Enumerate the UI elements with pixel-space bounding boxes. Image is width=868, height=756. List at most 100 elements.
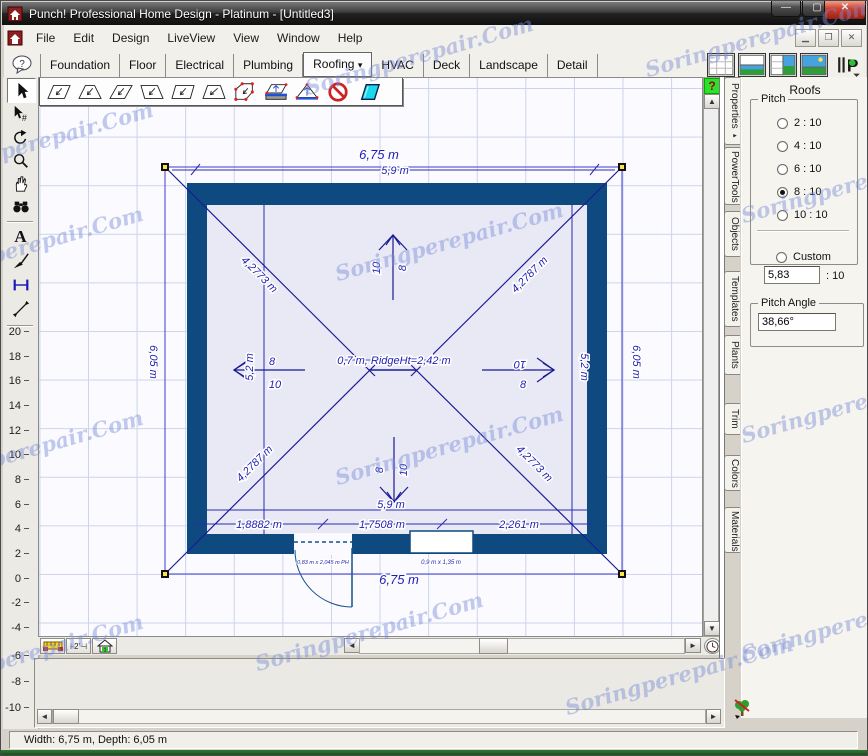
drawing-canvas[interactable]: 6,75 m 5,9 m 6,05 m 6,05 m 5,2 m 5,2 m 4… xyxy=(38,77,703,637)
menu-view[interactable]: View xyxy=(224,28,268,48)
side-tab-powertools[interactable]: PowerTools xyxy=(724,147,740,205)
menu-liveview[interactable]: LiveView xyxy=(158,28,224,48)
hscroll-track[interactable] xyxy=(359,638,685,654)
custom-roof-polygon-tool[interactable] xyxy=(229,80,260,104)
side-tab-colors[interactable]: Colors xyxy=(724,455,740,491)
radio-icon[interactable] xyxy=(776,251,787,263)
lower-hscroll-thumb[interactable] xyxy=(53,709,79,724)
pan-tool-button[interactable] xyxy=(7,172,34,195)
pitch-option-6-10[interactable]: 6 : 10 xyxy=(777,163,822,175)
lower-hscroll-left-button[interactable]: ◄ xyxy=(37,709,52,724)
pitch-angle-input[interactable] xyxy=(758,313,836,331)
help-bubble-icon[interactable]: ? xyxy=(12,55,34,75)
side-tab-plants[interactable]: Plants xyxy=(724,335,740,375)
pitch-option-custom[interactable]: Custom xyxy=(776,251,831,263)
pitch-option-4-10[interactable]: 4 : 10 xyxy=(777,140,822,152)
gable-roof-tool[interactable] xyxy=(291,80,322,104)
custom-pitch-input[interactable] xyxy=(764,266,820,284)
raise-roof-tool[interactable] xyxy=(260,80,291,104)
lower-hscroll-track[interactable] xyxy=(52,709,706,724)
radio-icon-selected[interactable] xyxy=(777,186,788,198)
window-object[interactable] xyxy=(409,530,474,554)
find-tool-button[interactable] xyxy=(7,195,34,218)
tab-hvac[interactable]: HVAC xyxy=(372,54,424,77)
zoom-tool-button[interactable] xyxy=(7,149,34,172)
ruler-label: -4 xyxy=(3,622,29,634)
minimize-button[interactable]: — xyxy=(771,1,801,17)
menu-file[interactable]: File xyxy=(27,28,64,48)
dimension-preset-icon[interactable]: ⊦ 2' ⊣ xyxy=(66,638,91,654)
hscroll-right-button[interactable]: ► xyxy=(685,638,701,653)
tab-landscape[interactable]: Landscape xyxy=(470,54,548,77)
tab-roofing[interactable]: Roofing ▾ xyxy=(303,52,373,77)
canvas-vscrollbar[interactable]: ? ▲ ▼ xyxy=(703,77,720,637)
split-vertical-view-button[interactable] xyxy=(769,53,797,77)
tab-plumbing[interactable]: Plumbing xyxy=(234,54,304,77)
side-tab-properties[interactable]: Properties ▸ xyxy=(724,77,740,145)
roof-plane-tool-4[interactable] xyxy=(136,80,167,104)
split-horizontal-view-button[interactable] xyxy=(738,53,766,77)
side-tab-objects[interactable]: Objects xyxy=(724,211,740,257)
pointer-style-tool-button[interactable] xyxy=(7,249,34,272)
tab-electrical[interactable]: Electrical xyxy=(166,54,235,77)
lower-panel: ◄ ► xyxy=(34,658,725,728)
menu-edit[interactable]: Edit xyxy=(64,28,103,48)
pitch-option-10-10[interactable]: 10 : 10 xyxy=(777,209,828,221)
mdi-minimize-button[interactable]: ▁ xyxy=(795,28,816,47)
ruler-label: 0 xyxy=(3,573,29,585)
menu-design[interactable]: Design xyxy=(103,28,158,48)
tab-floor[interactable]: Floor xyxy=(120,54,167,77)
mdi-close-button[interactable]: ✕ xyxy=(841,28,862,47)
select-tool-button[interactable] xyxy=(7,78,36,103)
side-tab-trim[interactable]: Trim xyxy=(724,403,740,435)
no-roof-tool[interactable] xyxy=(322,80,353,104)
roof-plane-tool-3[interactable] xyxy=(105,80,136,104)
dimension-tool-button[interactable] xyxy=(7,273,34,296)
roofs-panel: Roofs Pitch 2 : 10 4 : 10 6 : 10 8 : 10 … xyxy=(741,77,867,718)
magnifier-icon xyxy=(13,153,28,168)
plan-view-button[interactable] xyxy=(707,53,735,77)
tab-detail[interactable]: Detail xyxy=(548,54,598,77)
text-tool-button[interactable]: A xyxy=(7,225,34,248)
roofing-dropdown-icon[interactable]: ▾ xyxy=(358,60,363,70)
roof-plane-tool-6[interactable] xyxy=(198,80,229,104)
roof-plane-tool-5[interactable] xyxy=(167,80,198,104)
skylight-tool[interactable] xyxy=(353,80,384,104)
context-help-button[interactable]: ? xyxy=(704,78,720,94)
3d-view-button[interactable] xyxy=(800,53,828,77)
roof-plane-tool-2[interactable] xyxy=(74,80,105,104)
menu-window[interactable]: Window xyxy=(268,28,329,48)
scroll-up-button[interactable]: ▲ xyxy=(704,94,720,109)
pitch-option-2-10[interactable]: 2 : 10 xyxy=(777,117,822,129)
lower-hscroll-right-button[interactable]: ► xyxy=(706,709,721,724)
radio-icon[interactable] xyxy=(777,209,788,221)
dim-top-overall: 6,75 m xyxy=(359,147,399,162)
measure-tool-button[interactable] xyxy=(7,297,34,320)
rotate-tool-button[interactable] xyxy=(7,126,34,149)
radio-icon[interactable] xyxy=(777,117,788,129)
plant-display-toggle-icon[interactable] xyxy=(733,697,751,719)
radio-icon[interactable] xyxy=(777,163,788,175)
radio-icon[interactable] xyxy=(777,140,788,152)
tape-measure-icon[interactable] xyxy=(40,638,65,654)
tab-deck[interactable]: Deck xyxy=(424,54,471,77)
scroll-down-button[interactable]: ▼ xyxy=(704,621,720,636)
hscroll-thumb[interactable] xyxy=(479,638,508,654)
punch-logo-button[interactable]: P xyxy=(836,55,862,77)
hscroll-left-button[interactable]: ◄ xyxy=(344,638,360,653)
dim-right-wall: 5,2 m xyxy=(578,353,590,381)
side-tab-templates[interactable]: Templates xyxy=(724,271,740,327)
roof-plane-tool-1[interactable] xyxy=(43,80,74,104)
status-text: Width: 6,75 m, Depth: 6,05 m xyxy=(24,734,168,746)
side-tab-materials[interactable]: Materials xyxy=(724,507,740,553)
floor-level-icon[interactable]: 1 xyxy=(92,638,117,654)
pitch-option-8-10[interactable]: 8 : 10 xyxy=(777,186,822,198)
snap-select-tool-button[interactable]: # xyxy=(7,102,34,125)
slope-s-ten: 10 xyxy=(398,463,410,476)
roof-toolbar xyxy=(39,78,403,106)
close-button[interactable]: ✕ xyxy=(824,1,866,20)
mdi-restore-button[interactable]: ❐ xyxy=(818,28,839,47)
tab-foundation[interactable]: Foundation xyxy=(40,54,121,77)
menu-help[interactable]: Help xyxy=(329,28,372,48)
door-opening[interactable] xyxy=(294,533,352,555)
